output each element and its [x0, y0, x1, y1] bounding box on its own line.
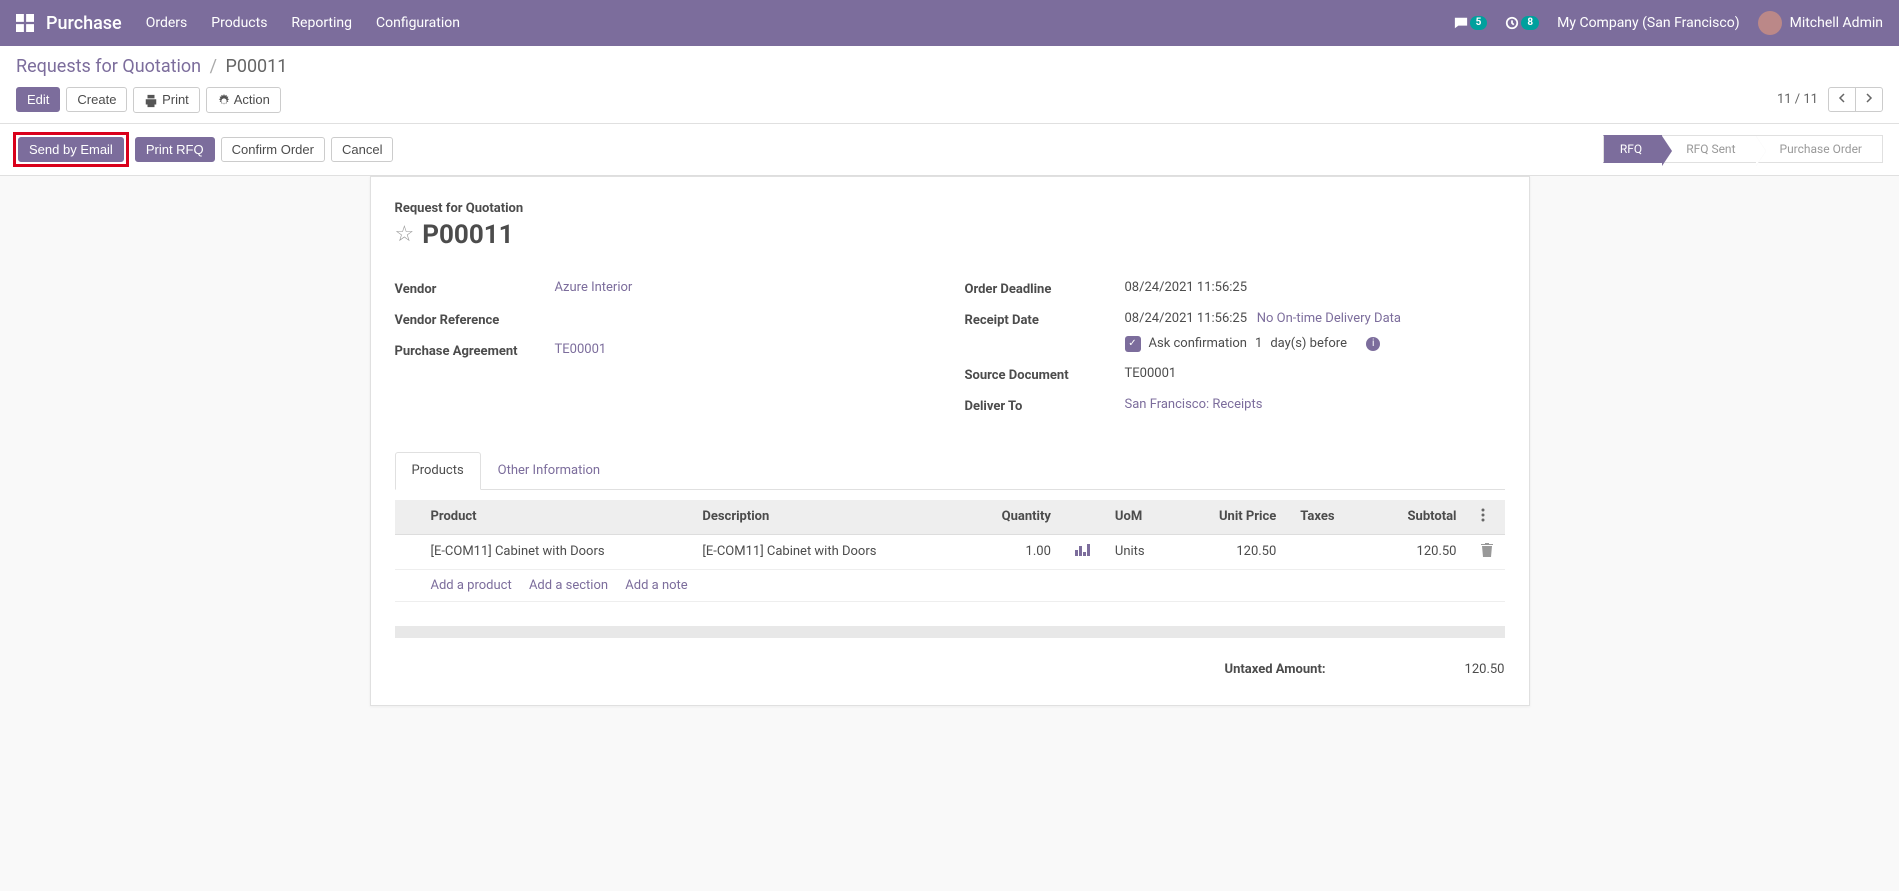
- cell-taxes: [1288, 534, 1368, 569]
- menu-products[interactable]: Products: [211, 15, 267, 31]
- create-button[interactable]: Create: [66, 87, 127, 112]
- step-purchase-order[interactable]: Purchase Order: [1756, 135, 1884, 163]
- menu-orders[interactable]: Orders: [146, 15, 188, 31]
- highlight-box: Send by Email: [13, 132, 129, 167]
- add-note-link[interactable]: Add a note: [625, 578, 687, 593]
- cell-subtotal: 120.50: [1368, 534, 1468, 569]
- messages-badge: 5: [1470, 16, 1488, 30]
- menu-configuration[interactable]: Configuration: [376, 15, 460, 31]
- action-label: Action: [234, 92, 270, 107]
- action-button[interactable]: Action: [206, 87, 281, 113]
- ask-confirmation-suffix: day(s) before: [1270, 336, 1347, 351]
- col-product: Product: [419, 500, 691, 535]
- source-document-value: TE00001: [1125, 366, 1505, 381]
- form-sheet: Request for Quotation ☆ P00011 Vendor Az…: [370, 176, 1530, 706]
- status-steps: RFQ RFQ Sent Purchase Order: [1603, 135, 1883, 163]
- purchase-agreement-link[interactable]: TE00001: [555, 342, 607, 357]
- print-button[interactable]: Print: [133, 87, 199, 113]
- activities-badge: 8: [1521, 16, 1539, 30]
- cell-description: [E-COM11] Cabinet with Doors: [690, 534, 962, 569]
- col-options-icon[interactable]: [1469, 500, 1505, 535]
- breadcrumb-parent[interactable]: Requests for Quotation: [16, 56, 201, 77]
- cancel-button[interactable]: Cancel: [331, 137, 393, 162]
- order-deadline-label: Order Deadline: [965, 280, 1125, 297]
- messages-icon[interactable]: 5: [1454, 16, 1488, 30]
- avatar: [1758, 11, 1782, 35]
- user-name: Mitchell Admin: [1790, 15, 1883, 31]
- user-menu[interactable]: Mitchell Admin: [1758, 11, 1883, 35]
- vendor-ref-label: Vendor Reference: [395, 311, 555, 328]
- pager-text[interactable]: 11 / 11: [1777, 92, 1818, 107]
- col-uom: UoM: [1103, 500, 1177, 535]
- apps-icon[interactable]: [16, 14, 34, 32]
- deliver-to-link[interactable]: San Francisco: Receipts: [1125, 397, 1263, 412]
- cell-quantity: 1.00: [962, 534, 1063, 569]
- vendor-link[interactable]: Azure Interior: [555, 280, 633, 295]
- receipt-date-note[interactable]: No On-time Delivery Data: [1257, 311, 1401, 326]
- confirm-order-button[interactable]: Confirm Order: [221, 137, 325, 162]
- table-footer-bar: [395, 626, 1505, 638]
- top-nav: Purchase Orders Products Reporting Confi…: [0, 0, 1899, 46]
- receipt-date-label: Receipt Date: [965, 311, 1125, 328]
- cell-product: [E-COM11] Cabinet with Doors: [419, 534, 691, 569]
- delete-row-icon[interactable]: [1469, 534, 1505, 569]
- form-subtitle: Request for Quotation: [395, 201, 1505, 216]
- col-unit-price: Unit Price: [1177, 500, 1289, 535]
- pager: 11 / 11: [1777, 87, 1883, 112]
- ask-confirmation-checkbox[interactable]: ✓: [1125, 336, 1141, 352]
- company-switcher[interactable]: My Company (San Francisco): [1557, 15, 1739, 31]
- tabs: Products Other Information: [395, 452, 1505, 490]
- page-title: P00011: [422, 220, 513, 250]
- receipt-date-value: 08/24/2021 11:56:25: [1125, 311, 1248, 326]
- add-section-link[interactable]: Add a section: [529, 578, 608, 593]
- col-description: Description: [690, 500, 962, 535]
- star-icon[interactable]: ☆: [395, 222, 415, 247]
- col-subtotal: Subtotal: [1368, 500, 1468, 535]
- pager-prev[interactable]: [1829, 88, 1856, 111]
- send-by-email-button[interactable]: Send by Email: [18, 137, 124, 162]
- forecast-icon[interactable]: [1063, 534, 1103, 569]
- purchase-agreement-label: Purchase Agreement: [395, 342, 555, 359]
- add-product-link[interactable]: Add a product: [431, 578, 512, 593]
- breadcrumb: Requests for Quotation / P00011: [16, 56, 1883, 77]
- order-deadline-value: 08/24/2021 11:56:25: [1125, 280, 1505, 295]
- products-table: Product Description Quantity UoM Unit Pr…: [395, 500, 1505, 602]
- totals: Untaxed Amount: 120.50: [395, 658, 1505, 681]
- col-quantity: Quantity: [962, 500, 1063, 535]
- activities-icon[interactable]: 8: [1505, 16, 1539, 30]
- ask-confirmation-prefix: Ask confirmation: [1149, 336, 1248, 351]
- status-bar: Send by Email Print RFQ Confirm Order Ca…: [0, 124, 1899, 176]
- source-document-label: Source Document: [965, 366, 1125, 383]
- untaxed-amount-value: 120.50: [1465, 662, 1505, 677]
- info-icon[interactable]: i: [1366, 337, 1380, 351]
- step-rfq-sent[interactable]: RFQ Sent: [1662, 135, 1755, 163]
- cell-unit-price: 120.50: [1177, 534, 1289, 569]
- cell-uom: Units: [1103, 534, 1177, 569]
- edit-button[interactable]: Edit: [16, 87, 60, 112]
- step-rfq[interactable]: RFQ: [1603, 135, 1662, 163]
- deliver-to-label: Deliver To: [965, 397, 1125, 414]
- ask-confirmation-days: 1: [1255, 336, 1262, 351]
- tab-other-information[interactable]: Other Information: [481, 452, 617, 489]
- menu-reporting[interactable]: Reporting: [291, 15, 352, 31]
- col-taxes: Taxes: [1288, 500, 1368, 535]
- print-label: Print: [162, 92, 189, 107]
- tab-products[interactable]: Products: [395, 452, 481, 490]
- pager-next[interactable]: [1856, 88, 1882, 111]
- app-brand[interactable]: Purchase: [46, 13, 122, 34]
- table-row[interactable]: [E-COM11] Cabinet with Doors [E-COM11] C…: [395, 534, 1505, 569]
- breadcrumb-current: P00011: [225, 56, 287, 77]
- untaxed-amount-label: Untaxed Amount:: [1225, 662, 1326, 677]
- vendor-label: Vendor: [395, 280, 555, 297]
- print-rfq-button[interactable]: Print RFQ: [135, 137, 215, 162]
- control-panel: Requests for Quotation / P00011 Edit Cre…: [0, 46, 1899, 124]
